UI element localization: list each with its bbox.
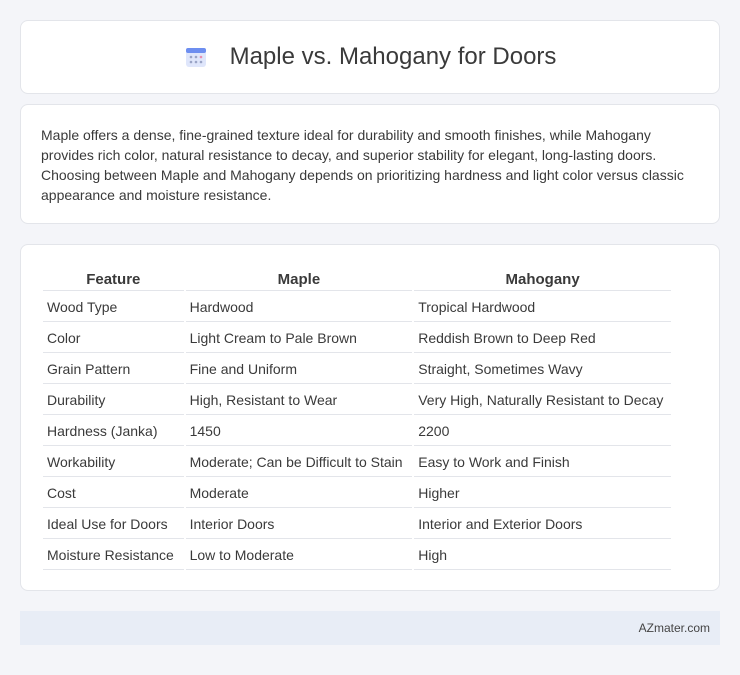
table-row: Moisture Resistance Low to Moderate High	[43, 541, 671, 570]
comparison-table: Feature Maple Mahogany Wood Type Hardwoo…	[41, 267, 673, 572]
page-title: Maple vs. Mahogany for Doors	[229, 43, 557, 70]
table-header-row: Feature Maple Mahogany	[43, 269, 671, 291]
description-card: Maple offers a dense, fine-grained textu…	[20, 104, 720, 224]
table-row: Wood Type Hardwood Tropical Hardwood	[43, 293, 671, 322]
table-row: Cost Moderate Higher	[43, 479, 671, 508]
header-feature: Feature	[43, 269, 184, 291]
feature-cell: Wood Type	[43, 293, 184, 322]
mahogany-cell: Straight, Sometimes Wavy	[414, 355, 671, 384]
maple-cell: Moderate	[185, 479, 413, 508]
maple-cell: Interior Doors	[185, 510, 413, 539]
footer-bar: AZmater.com	[20, 611, 720, 645]
feature-cell: Grain Pattern	[43, 355, 184, 384]
mahogany-cell: High	[414, 541, 671, 570]
mahogany-cell: 2200	[414, 417, 671, 446]
maple-cell: Moderate; Can be Difficult to Stain	[185, 448, 413, 477]
feature-cell: Workability	[43, 448, 184, 477]
mahogany-cell: Interior and Exterior Doors	[414, 510, 671, 539]
title-card: Maple vs. Mahogany for Doors	[20, 20, 720, 94]
description-text: Maple offers a dense, fine-grained textu…	[41, 127, 684, 203]
mahogany-cell: Easy to Work and Finish	[414, 448, 671, 477]
mahogany-cell: Very High, Naturally Resistant to Decay	[414, 386, 671, 415]
table-row: Color Light Cream to Pale Brown Reddish …	[43, 324, 671, 353]
maple-cell: High, Resistant to Wear	[185, 386, 413, 415]
header-maple: Maple	[185, 269, 413, 291]
maple-cell: Fine and Uniform	[185, 355, 413, 384]
calendar-icon	[185, 48, 206, 67]
table-row: Ideal Use for Doors Interior Doors Inter…	[43, 510, 671, 539]
table-row: Durability High, Resistant to Wear Very …	[43, 386, 671, 415]
comparison-table-card: Feature Maple Mahogany Wood Type Hardwoo…	[20, 244, 720, 591]
maple-cell: Light Cream to Pale Brown	[185, 324, 413, 353]
table-row: Hardness (Janka) 1450 2200	[43, 417, 671, 446]
header-mahogany: Mahogany	[414, 269, 671, 291]
mahogany-cell: Tropical Hardwood	[414, 293, 671, 322]
feature-cell: Durability	[43, 386, 184, 415]
feature-cell: Moisture Resistance	[43, 541, 184, 570]
mahogany-cell: Higher	[414, 479, 671, 508]
maple-cell: Low to Moderate	[185, 541, 413, 570]
feature-cell: Ideal Use for Doors	[43, 510, 184, 539]
feature-cell: Color	[43, 324, 184, 353]
feature-cell: Hardness (Janka)	[43, 417, 184, 446]
table-row: Grain Pattern Fine and Uniform Straight,…	[43, 355, 671, 384]
footer-source: AZmater.com	[638, 621, 710, 635]
table-row: Workability Moderate; Can be Difficult t…	[43, 448, 671, 477]
feature-cell: Cost	[43, 479, 184, 508]
mahogany-cell: Reddish Brown to Deep Red	[414, 324, 671, 353]
maple-cell: 1450	[185, 417, 413, 446]
maple-cell: Hardwood	[185, 293, 413, 322]
